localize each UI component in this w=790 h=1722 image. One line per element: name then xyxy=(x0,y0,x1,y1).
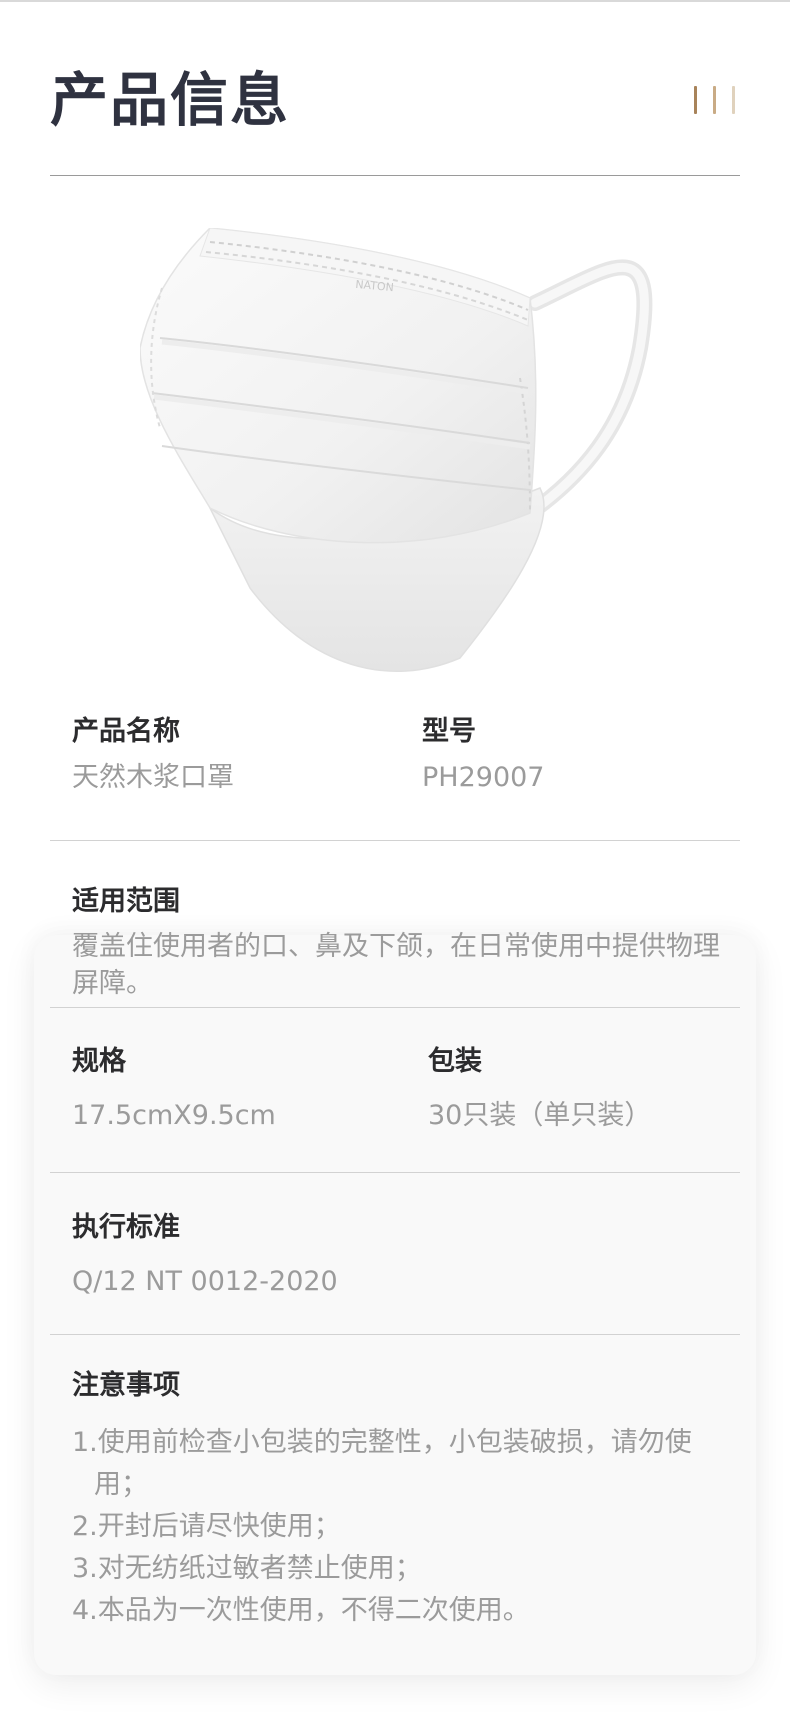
decorative-bar-2 xyxy=(713,86,716,114)
product-image: NATON xyxy=(139,227,670,698)
model-label: 型号 xyxy=(422,716,476,747)
note-item: 3.对无纺纸过敏者禁止使用； xyxy=(72,1553,422,1584)
model-value: PH29007 xyxy=(422,762,545,793)
divider-4 xyxy=(50,1334,740,1335)
divider-1 xyxy=(50,840,740,841)
decorative-bar-3 xyxy=(732,86,735,114)
page-title: 产品信息 xyxy=(50,66,291,134)
standard-value: Q/12 NT 0012-2020 xyxy=(72,1266,338,1297)
scope-label: 适用范围 xyxy=(72,886,180,917)
package-label: 包装 xyxy=(428,1046,482,1077)
decorative-bars-icon xyxy=(694,86,740,116)
decorative-bar-1 xyxy=(694,86,697,114)
top-border-line xyxy=(0,0,790,2)
note-item: 4.本品为一次性使用，不得二次使用。 xyxy=(72,1595,530,1626)
title-divider xyxy=(50,175,740,176)
scope-value: 覆盖住使用者的口、鼻及下颌，在日常使用中提供物理屏障。 xyxy=(72,931,720,999)
face-mask-illustration: NATON xyxy=(139,227,653,672)
package-value: 30只装（单只装） xyxy=(428,1100,652,1131)
note-item: 1.使用前检查小包装的完整性，小包装破损，请勿使用； xyxy=(72,1427,692,1500)
divider-2 xyxy=(50,1007,740,1008)
product-name-label: 产品名称 xyxy=(72,716,180,747)
spec-label: 规格 xyxy=(72,1046,126,1077)
product-name-value: 天然木浆口罩 xyxy=(72,762,234,793)
spec-value: 17.5cmX9.5cm xyxy=(72,1100,276,1131)
divider-3 xyxy=(50,1172,740,1173)
standard-label: 执行标准 xyxy=(72,1212,180,1243)
notes-list: 1.使用前检查小包装的完整性，小包装破损，请勿使用； 2.开封后请尽快使用； 3… xyxy=(72,1422,742,1632)
notes-label: 注意事项 xyxy=(72,1370,180,1401)
note-item: 2.开封后请尽快使用； xyxy=(72,1511,341,1542)
